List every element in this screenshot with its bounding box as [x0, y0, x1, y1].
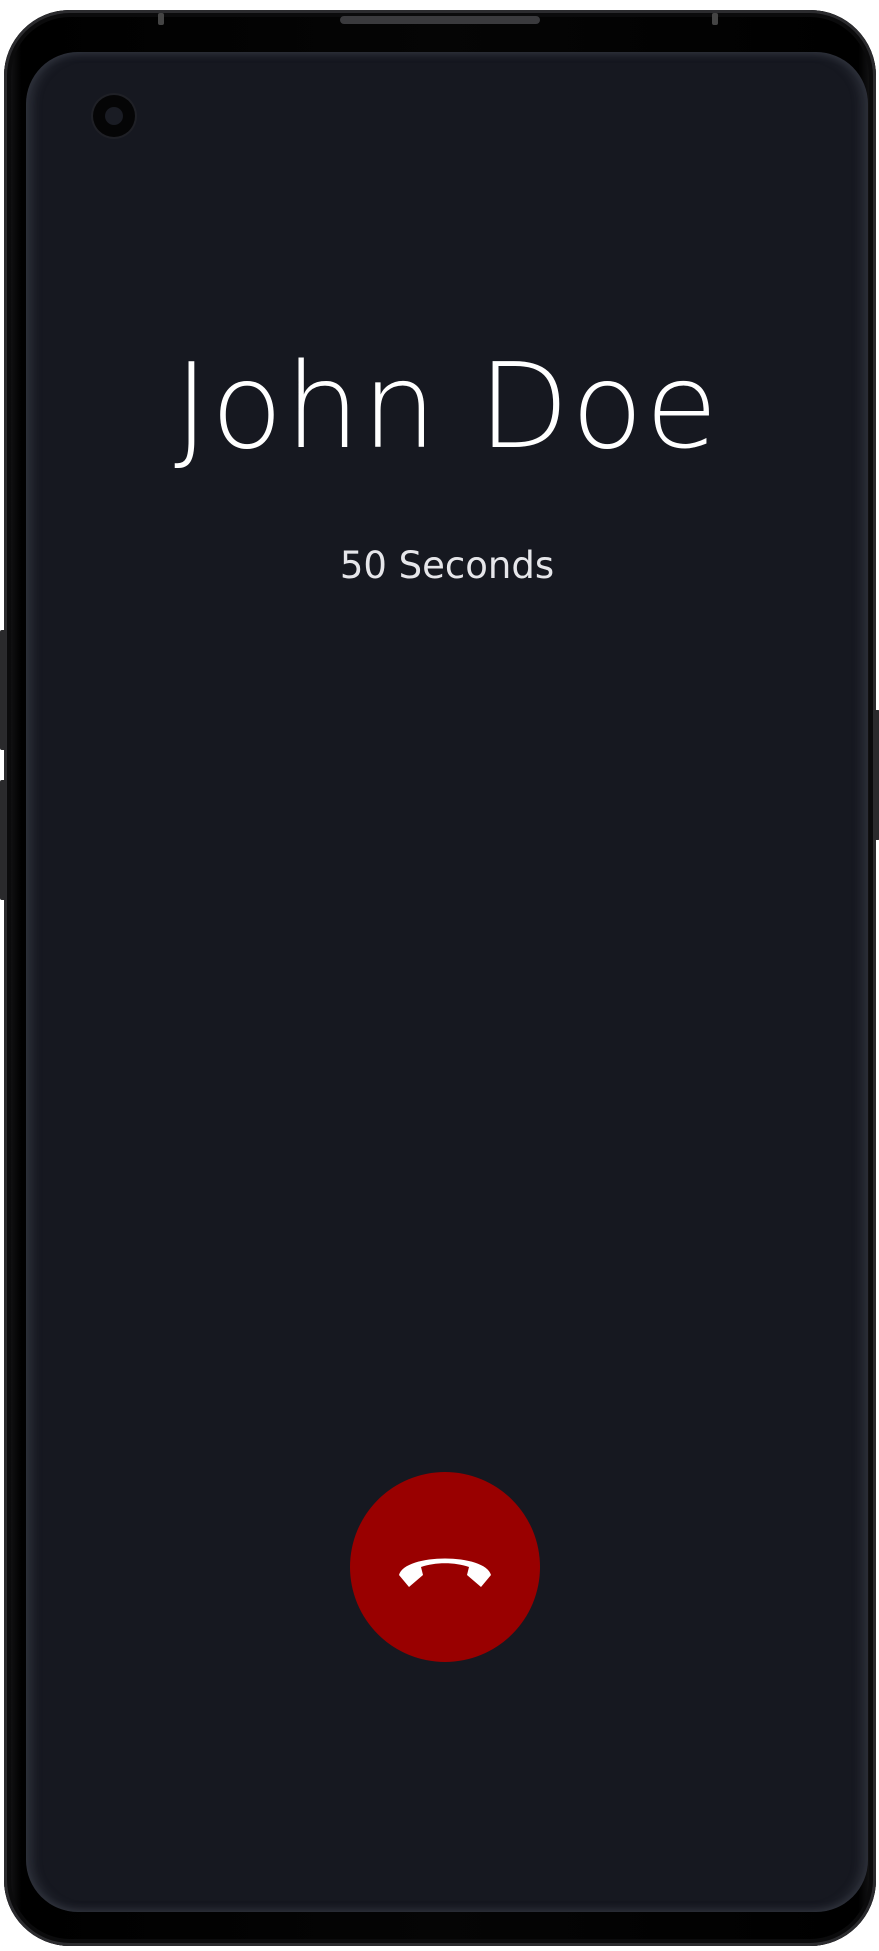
front-camera	[93, 95, 135, 137]
volume-down-button	[0, 780, 6, 900]
earpiece-speaker	[340, 16, 540, 24]
phone-hangup-icon	[395, 1545, 495, 1589]
call-duration: 50 Seconds	[339, 544, 555, 587]
power-button	[874, 710, 879, 840]
caller-name: John Doe	[174, 337, 720, 475]
call-screen: John Doe 50 Seconds	[26, 52, 868, 1912]
volume-up-button	[0, 630, 6, 750]
frame-antenna-line-right	[712, 13, 718, 25]
frame-antenna-line-left	[158, 13, 164, 25]
end-call-button[interactable]	[350, 1472, 540, 1662]
phone-frame: John Doe 50 Seconds	[0, 10, 879, 1946]
